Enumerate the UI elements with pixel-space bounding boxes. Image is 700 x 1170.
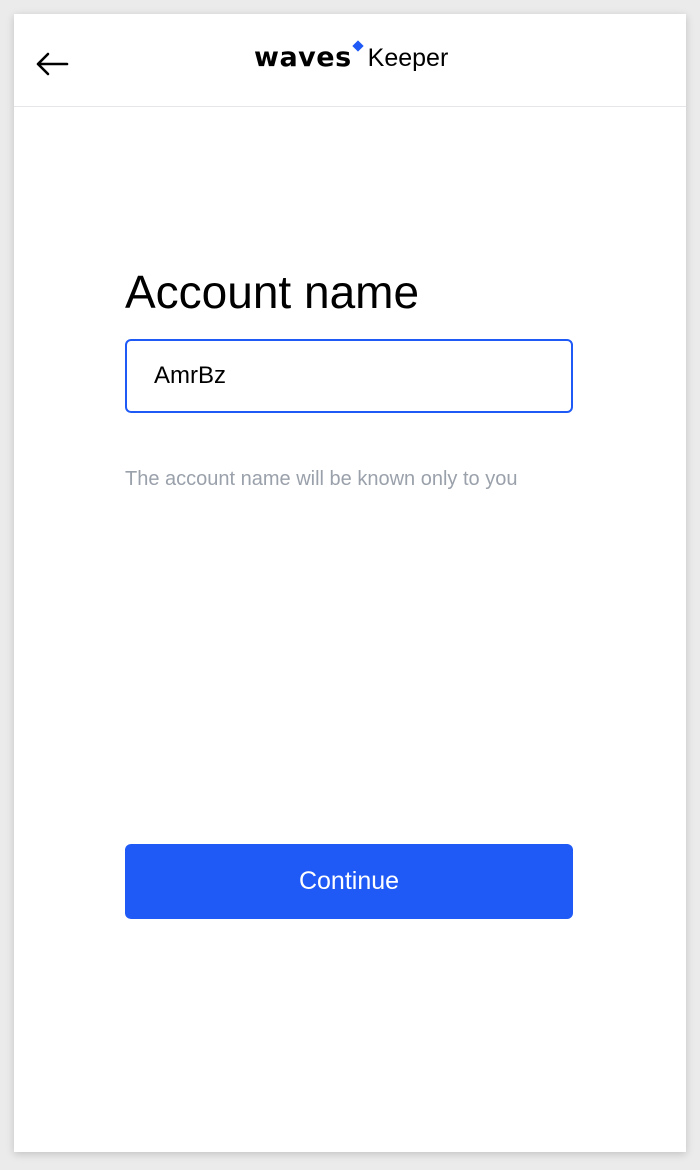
app-window: waves Keeper Account name The account na… — [14, 14, 686, 1152]
arrow-left-icon — [36, 52, 69, 76]
continue-button[interactable]: Continue — [125, 844, 573, 919]
logo-waves-text: waves — [254, 42, 352, 73]
account-name-input[interactable] — [125, 339, 573, 413]
page-title: Account name — [125, 266, 420, 318]
logo-diamond-icon — [351, 40, 364, 52]
back-button[interactable] — [32, 44, 72, 84]
account-name-hint: The account name will be known only to y… — [125, 468, 518, 490]
header: waves Keeper — [14, 14, 686, 107]
waves-keeper-logo: waves Keeper — [254, 40, 449, 82]
logo-keeper-text: Keeper — [367, 44, 449, 72]
